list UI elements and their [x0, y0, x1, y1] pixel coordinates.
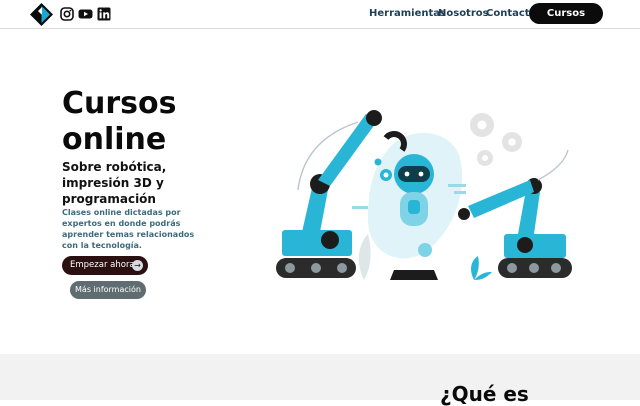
hero-title-line-2: online — [62, 122, 167, 157]
linkedin-icon[interactable] — [97, 7, 111, 21]
hero-subtitle: Sobre robótica, impresión 3D y programac… — [62, 160, 167, 206]
site-header: Herramientas Nosotros Contacto Cursos — [0, 0, 640, 29]
nav-link-herramientas[interactable]: Herramientas — [369, 8, 446, 19]
section-title: ¿Qué es — [440, 382, 529, 406]
more-info-button[interactable]: Más información — [70, 281, 146, 299]
hero-title-line-1: Cursos — [62, 86, 177, 121]
robotics-illustration — [276, 110, 572, 280]
about-section — [0, 354, 640, 400]
arrow-right-icon: → — [132, 260, 143, 271]
cursos-button[interactable]: Cursos — [529, 3, 603, 24]
brand-logo-icon[interactable] — [29, 2, 54, 27]
hero-title: Cursos online — [62, 86, 177, 158]
start-now-label: Empezar ahora — [70, 260, 135, 270]
youtube-icon[interactable] — [78, 7, 93, 21]
nav-link-nosotros[interactable]: Nosotros — [438, 8, 489, 19]
instagram-icon[interactable] — [60, 7, 74, 21]
start-now-button[interactable]: Empezar ahora → — [62, 256, 148, 275]
hero-description: Clases online dictadas por expertos en d… — [62, 208, 195, 250]
